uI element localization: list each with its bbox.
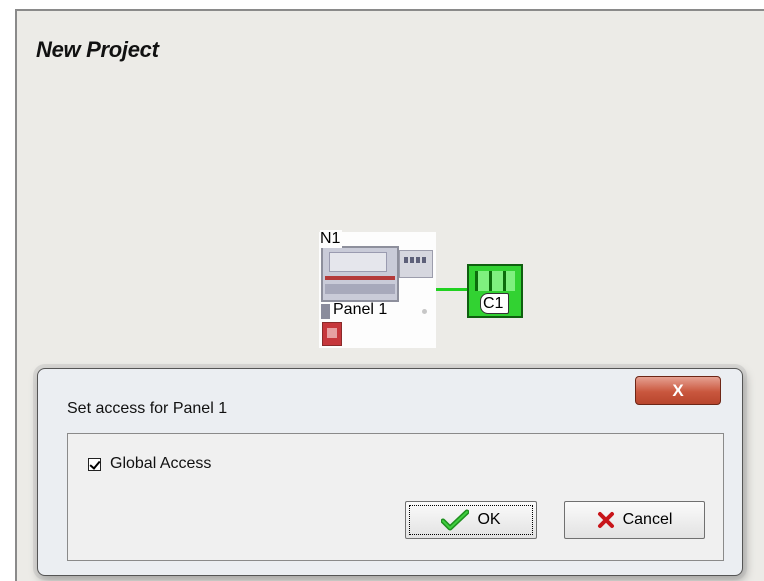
dialog-content-panel: Global Access OK Cancel bbox=[67, 433, 724, 561]
controller-label: C1 bbox=[480, 293, 510, 314]
cancel-button[interactable]: Cancel bbox=[564, 501, 705, 539]
panel-image bbox=[321, 246, 399, 302]
focus-rectangle bbox=[409, 505, 533, 535]
global-access-label: Global Access bbox=[110, 455, 212, 472]
red-x-icon bbox=[597, 511, 615, 529]
panel-port-icon bbox=[422, 309, 427, 314]
set-access-dialog: Set access for Panel 1 X Global Access O… bbox=[37, 368, 743, 576]
panel-name-label: Panel 1 bbox=[333, 301, 388, 318]
panel-node[interactable]: N1 Panel 1 bbox=[319, 230, 436, 348]
dialog-title: Set access for Panel 1 bbox=[67, 400, 228, 417]
ok-button[interactable]: OK bbox=[405, 501, 537, 539]
panel-module-image bbox=[399, 250, 433, 278]
close-icon: X bbox=[672, 380, 684, 400]
cancel-label: Cancel bbox=[622, 511, 673, 528]
node-id-label: N1 bbox=[320, 230, 343, 248]
global-access-checkbox[interactable] bbox=[88, 457, 101, 471]
connection-line bbox=[436, 288, 468, 291]
panel-alarm-icon bbox=[322, 322, 342, 346]
controller-node[interactable]: C1 bbox=[467, 264, 523, 318]
project-title: New Project bbox=[36, 37, 159, 62]
close-button[interactable]: X bbox=[635, 376, 721, 405]
global-access-option[interactable]: Global Access bbox=[88, 455, 211, 473]
panel-chip-icon bbox=[321, 304, 330, 319]
